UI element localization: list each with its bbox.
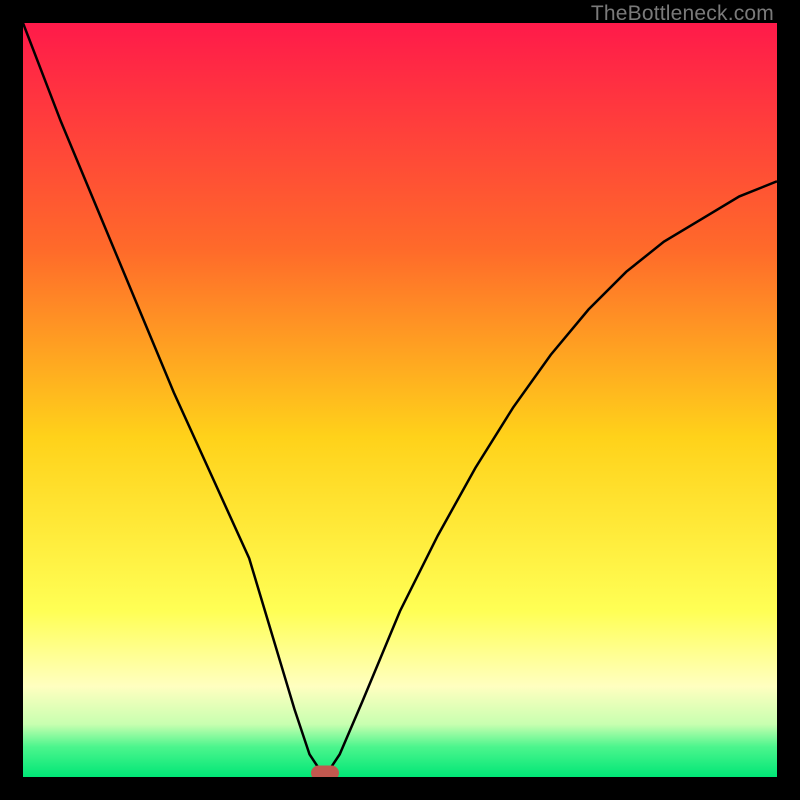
optimal-point-marker bbox=[311, 766, 339, 778]
bottleneck-curve bbox=[23, 23, 777, 777]
chart-area bbox=[23, 23, 777, 777]
